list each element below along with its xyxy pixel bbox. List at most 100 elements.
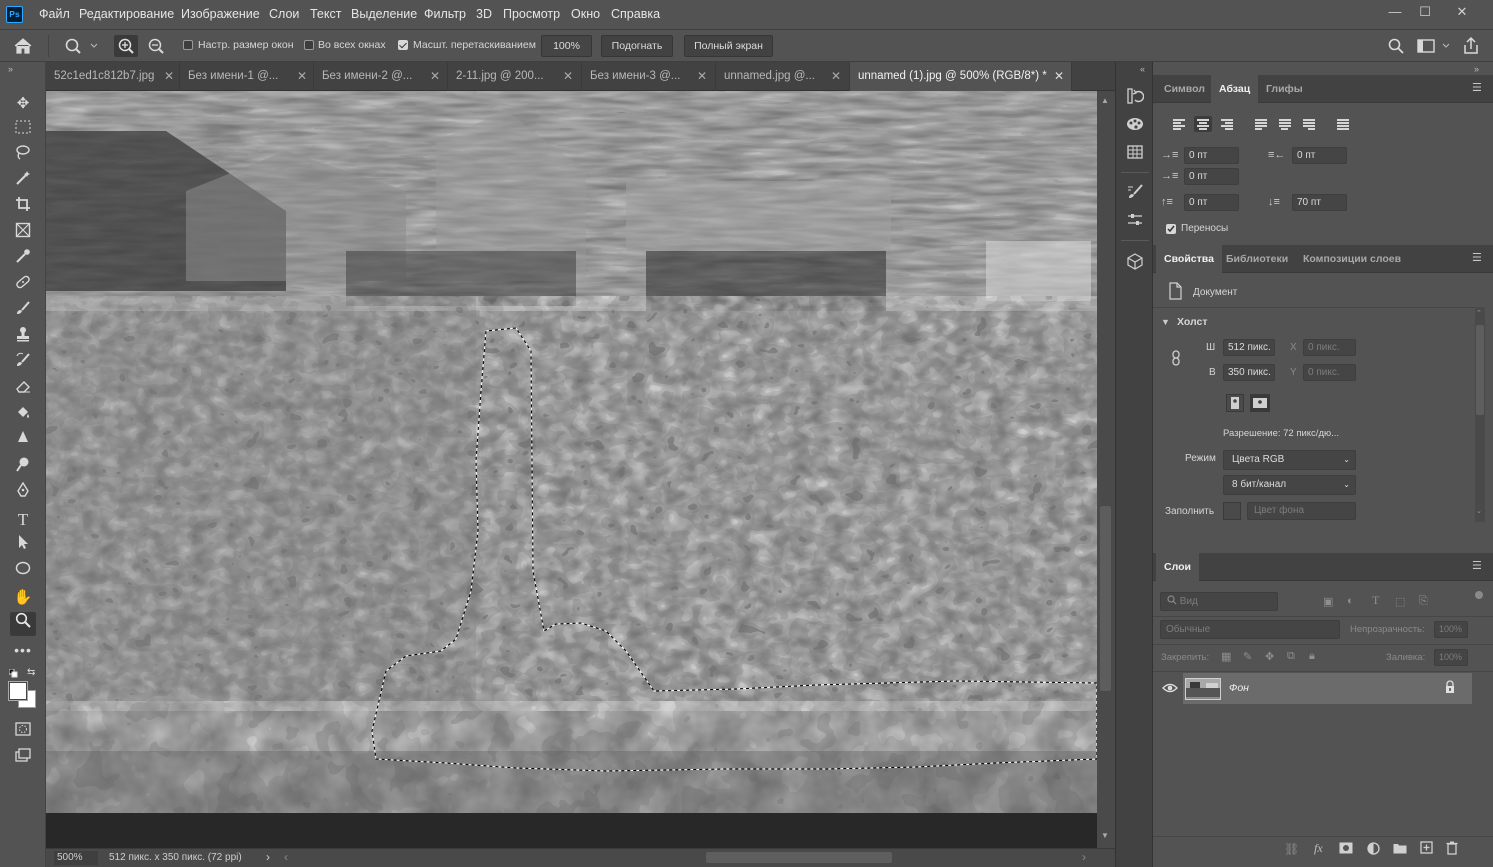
tab-doc-2[interactable]: Без имени-1 @... xyxy=(180,62,314,91)
collapse-dock-icon[interactable]: « xyxy=(1140,64,1145,74)
horizontal-scroll-thumb[interactable] xyxy=(706,852,892,863)
space-before-field[interactable]: 0 пт xyxy=(1184,194,1239,211)
close-button[interactable]: ✕ xyxy=(1451,4,1473,22)
eraser-tool-icon[interactable] xyxy=(10,378,36,402)
path-selection-tool-icon[interactable] xyxy=(10,534,36,558)
healing-brush-tool-icon[interactable] xyxy=(10,274,36,298)
swap-colors-icon[interactable]: ⇆ xyxy=(27,667,35,678)
align-right-icon[interactable] xyxy=(1218,116,1236,132)
tab-character[interactable]: Символ xyxy=(1156,75,1213,103)
brush-tool-icon[interactable] xyxy=(10,300,36,324)
tab-doc-active[interactable]: unnamed (1).jpg @ 500% (RGB/8*) * xyxy=(850,62,1072,91)
space-after-field[interactable]: 70 пт xyxy=(1292,194,1347,211)
fill-color-swatch[interactable] xyxy=(1223,502,1241,520)
scrubby-zoom-checkbox[interactable] xyxy=(398,40,408,50)
close-icon[interactable]: ✕ xyxy=(697,62,707,91)
lock-image-pixels-icon[interactable]: ✎ xyxy=(1243,650,1252,663)
menu-image[interactable]: Изображение xyxy=(181,7,260,21)
panel-menu-icon[interactable]: ☰ xyxy=(1472,83,1486,94)
menu-edit[interactable]: Редактирование xyxy=(79,7,174,21)
expand-panels-icon[interactable]: » xyxy=(1474,64,1479,74)
status-info-arrow[interactable]: › xyxy=(266,850,270,864)
close-icon[interactable]: ✕ xyxy=(831,62,841,91)
ellipse-tool-icon[interactable] xyxy=(10,560,36,584)
foreground-color-swatch[interactable] xyxy=(9,682,27,700)
tab-doc-1[interactable]: 52c1ed1c812b7.jpg xyxy=(46,62,180,91)
document-image[interactable] xyxy=(46,91,1097,813)
landscape-orientation-icon[interactable] xyxy=(1250,394,1270,412)
scroll-down-icon[interactable]: ⌄ xyxy=(1476,507,1482,515)
layer-name[interactable]: Фон xyxy=(1229,682,1249,694)
portrait-orientation-icon[interactable] xyxy=(1226,394,1244,412)
adjustment-layer-icon[interactable] xyxy=(1367,842,1380,855)
indent-first-line-field[interactable]: 0 пт xyxy=(1184,168,1239,185)
quick-mask-icon[interactable] xyxy=(10,720,36,744)
menu-view[interactable]: Просмотр xyxy=(503,7,560,21)
indent-right-field[interactable]: 0 пт xyxy=(1292,147,1347,164)
brushes-panel-icon[interactable] xyxy=(1125,183,1145,203)
scroll-left-icon[interactable]: ‹ xyxy=(284,850,288,864)
filter-toggle[interactable] xyxy=(1475,591,1483,599)
type-tool-icon[interactable]: T xyxy=(10,508,36,532)
tab-glyphs[interactable]: Глифы xyxy=(1258,75,1311,103)
hand-tool-icon[interactable]: ✋ xyxy=(10,586,36,610)
vertical-scrollbar[interactable]: ▲ ▼ xyxy=(1097,91,1115,848)
fill-field[interactable]: 100% xyxy=(1434,649,1468,666)
tab-layers[interactable]: Слои xyxy=(1156,553,1199,581)
add-mask-icon[interactable] xyxy=(1339,842,1353,854)
default-colors-icon[interactable] xyxy=(8,668,18,678)
filter-pixel-layers-icon[interactable]: ▣ xyxy=(1323,595,1333,608)
tab-layer-comps[interactable]: Композиции слоев xyxy=(1295,245,1409,273)
color-panel-icon[interactable] xyxy=(1125,115,1145,135)
link-layers-icon[interactable]: ⛓ xyxy=(1284,842,1299,856)
clone-stamp-tool-icon[interactable] xyxy=(10,326,36,350)
paint-bucket-tool-icon[interactable] xyxy=(10,404,36,428)
layer-filter-search[interactable]: Вид xyxy=(1160,592,1278,611)
panel-menu-icon[interactable]: ☰ xyxy=(1472,253,1486,264)
eye-icon[interactable] xyxy=(1162,682,1178,694)
tab-properties[interactable]: Свойства xyxy=(1156,245,1222,273)
tab-doc-4[interactable]: 2-11.jpg @ 200... xyxy=(448,62,582,91)
layer-style-icon[interactable]: fx xyxy=(1314,841,1323,856)
scroll-down-icon[interactable]: ▼ xyxy=(1101,831,1109,840)
zoom-level-field[interactable]: 500% xyxy=(54,851,98,865)
justify-last-center-icon[interactable] xyxy=(1276,116,1294,132)
bit-depth-select[interactable]: 8 бит/канал ⌄ xyxy=(1223,475,1356,495)
menu-3d[interactable]: 3D xyxy=(476,7,492,21)
lock-transparent-pixels-icon[interactable]: ▦ xyxy=(1221,650,1231,663)
lock-artboard-icon[interactable]: ⧉ xyxy=(1287,650,1295,663)
menu-filter[interactable]: Фильтр xyxy=(424,7,466,21)
zoom-tool-icon[interactable] xyxy=(10,612,36,636)
screen-mode-icon[interactable] xyxy=(10,746,36,770)
move-tool-icon[interactable]: ✥ xyxy=(10,92,36,116)
tab-paragraph[interactable]: Абзац xyxy=(1211,75,1259,103)
adjustments-panel-icon[interactable] xyxy=(1125,211,1145,231)
menu-layers[interactable]: Слои xyxy=(269,7,299,21)
zoom-out-icon[interactable] xyxy=(144,35,168,57)
magic-wand-tool-icon[interactable] xyxy=(10,170,36,194)
close-icon[interactable]: ✕ xyxy=(563,62,573,91)
chevron-down-icon[interactable]: ▼ xyxy=(1161,317,1170,327)
menu-file[interactable]: Файл xyxy=(39,7,70,21)
search-icon[interactable] xyxy=(1387,37,1405,55)
tab-doc-5[interactable]: Без имени-3 @... xyxy=(582,62,716,91)
zoom-value-field[interactable]: 100% xyxy=(541,35,592,57)
width-field[interactable]: 512 пикс. xyxy=(1223,339,1275,356)
close-icon[interactable]: ✕ xyxy=(297,62,307,91)
filter-adjustment-layers-icon[interactable]: ◐ xyxy=(1347,595,1354,607)
link-icon[interactable] xyxy=(1170,349,1182,367)
y-field[interactable]: 0 пикс. xyxy=(1303,364,1356,381)
fill-screen-button[interactable]: Полный экран xyxy=(684,35,773,57)
opacity-field[interactable]: 100% xyxy=(1434,621,1468,638)
delete-layer-icon[interactable] xyxy=(1446,841,1458,855)
menu-type[interactable]: Текст xyxy=(310,7,341,21)
lasso-tool-icon[interactable] xyxy=(10,144,36,168)
lock-all-icon[interactable]: 🔒︎ xyxy=(1309,650,1315,663)
x-field[interactable]: 0 пикс. xyxy=(1303,339,1356,356)
align-center-icon[interactable] xyxy=(1194,116,1212,132)
crop-tool-icon[interactable] xyxy=(10,196,36,220)
layer-row[interactable]: Фон xyxy=(1183,673,1472,704)
workspace-switcher-icon[interactable] xyxy=(1417,37,1453,55)
indent-left-field[interactable]: 0 пт xyxy=(1184,147,1239,164)
filter-shape-layers-icon[interactable]: ⬚ xyxy=(1395,595,1405,608)
